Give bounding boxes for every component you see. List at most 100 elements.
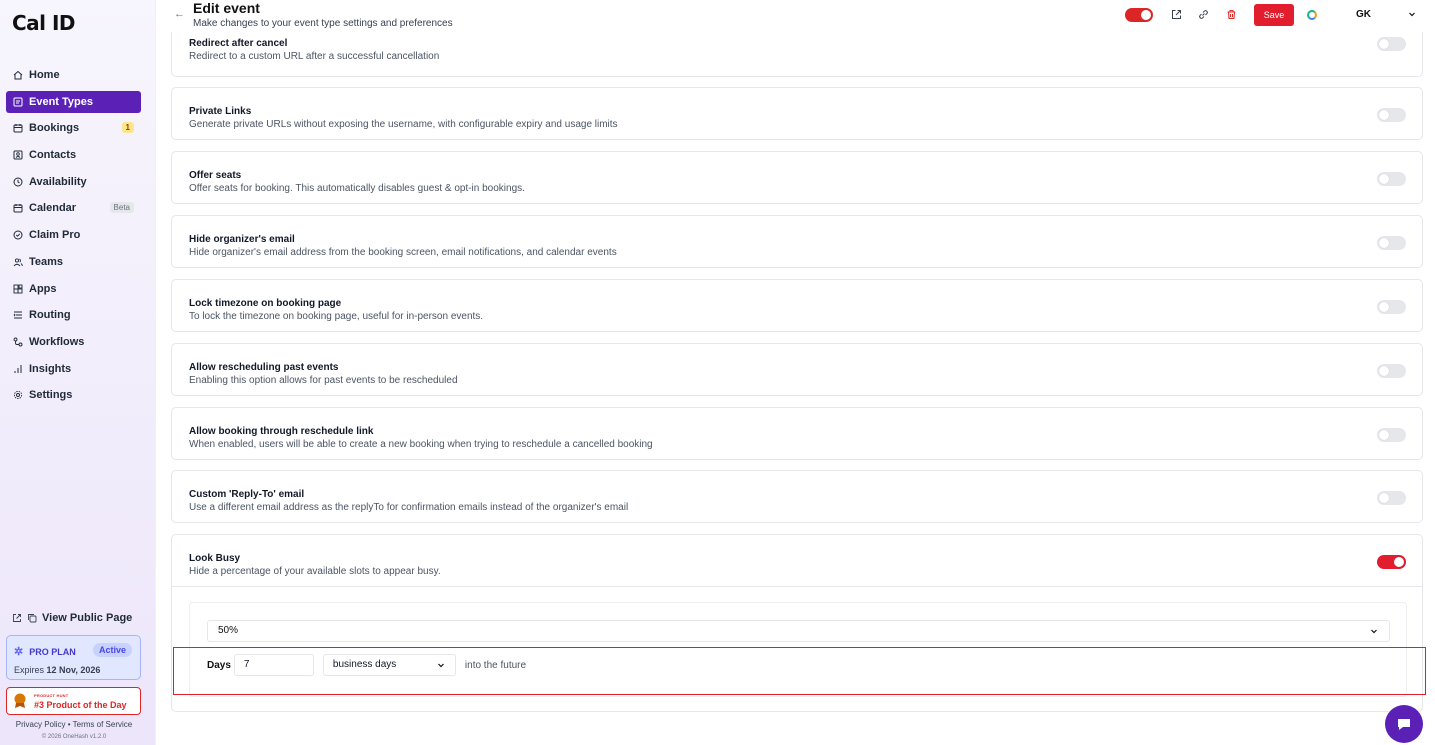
save-button[interactable]: Save <box>1254 4 1294 26</box>
medal-icon <box>14 693 26 708</box>
back-arrow-icon[interactable]: ← <box>174 8 185 20</box>
contact-icon <box>13 150 23 160</box>
sidebar-item-home[interactable]: Home <box>6 64 141 86</box>
trash-icon[interactable] <box>1226 9 1237 20</box>
sidebar-item-contacts[interactable]: Contacts <box>6 144 141 166</box>
page-title: Edit event <box>193 0 260 16</box>
chevron-down-icon[interactable] <box>1407 9 1417 19</box>
sidebar-item-label: Workflows <box>29 335 85 348</box>
apps-icon <box>13 284 23 294</box>
setting-card-booking-through-reschedule: Allow booking through reschedule link Wh… <box>171 407 1423 460</box>
sidebar-item-availability[interactable]: Availability <box>6 171 141 193</box>
sidebar-item-label: Apps <box>29 282 57 295</box>
days-type-select[interactable]: business days <box>322 654 456 676</box>
sidebar-item-label: Teams <box>29 255 64 268</box>
days-suffix: into the future <box>464 659 527 671</box>
setting-title: Private Links <box>189 106 252 117</box>
setting-title: Custom 'Reply-To' email <box>189 489 305 500</box>
sidebar-item-insights[interactable]: Insights <box>6 358 141 380</box>
sidebar-item-label: Routing <box>29 309 71 322</box>
sidebar-item-label: Availability <box>29 175 87 188</box>
sidebar-item-workflows[interactable]: Workflows <box>6 331 141 353</box>
chart-icon <box>13 364 23 374</box>
sidebar-item-label: Insights <box>29 362 72 375</box>
setting-description: Enabling this option allows for past eve… <box>189 375 458 386</box>
days-row: Days 7 business days into the future <box>207 654 526 676</box>
sidebar-item-routing[interactable]: Routing <box>6 304 141 326</box>
copyright: © 2026 OneHash v1.2.0 <box>41 734 107 740</box>
chevron-down-icon <box>1371 629 1377 634</box>
setting-card-lock-timezone: Lock timezone on booking page To lock th… <box>171 279 1423 332</box>
pro-plan-name: PRO PLAN <box>29 646 76 657</box>
hide-organizer-email-toggle[interactable] <box>1377 236 1406 250</box>
sidebar-item-calendar[interactable]: Calendar Beta <box>6 197 141 219</box>
sidebar-item-label: Event Types <box>29 95 93 108</box>
setting-title: Redirect after cancel <box>189 38 288 49</box>
busy-percentage-select[interactable]: 50% <box>207 620 1390 642</box>
routing-icon <box>13 310 23 320</box>
setting-card-private-links: Private Links Generate private URLs with… <box>171 87 1423 140</box>
booking-through-reschedule-toggle[interactable] <box>1377 428 1406 442</box>
hidden-event-toggle[interactable] <box>1125 8 1153 22</box>
setting-card-allow-rescheduling-past: Allow rescheduling past events Enabling … <box>171 343 1423 396</box>
sidebar-item-label: Contacts <box>29 149 77 162</box>
plan-expiry: Expires 12 Nov, 2026 <box>14 665 100 675</box>
sparkle-icon: ✲ <box>14 646 24 658</box>
setting-description: Hide a percentage of your available slot… <box>189 566 441 577</box>
look-busy-toggle[interactable] <box>1377 555 1406 569</box>
gear-icon <box>13 390 23 400</box>
sidebar-item-apps[interactable]: Apps <box>6 278 141 300</box>
link-icon[interactable] <box>1198 9 1209 20</box>
setting-title: Hide organizer's email <box>189 234 295 245</box>
sidebar-item-label: Settings <box>29 389 73 402</box>
view-public-page-link[interactable]: View Public Page <box>12 612 132 624</box>
setting-title: Offer seats <box>189 170 242 181</box>
external-link-icon[interactable] <box>1171 9 1182 20</box>
page-subtitle: Make changes to your event type settings… <box>193 18 453 29</box>
bookings-count-badge: 1 <box>121 122 134 134</box>
sidebar-divider <box>155 0 156 745</box>
busy-percentage-value: 50% <box>218 625 239 636</box>
days-type-value: business days <box>332 659 397 670</box>
setting-description: When enabled, users will be able to crea… <box>189 439 653 450</box>
pro-plan-card[interactable]: ✲ PRO PLAN Active Expires 12 Nov, 2026 <box>6 635 141 680</box>
setting-title: Allow booking through reschedule link <box>189 426 374 437</box>
private-links-toggle[interactable] <box>1377 108 1406 122</box>
sidebar-item-settings[interactable]: Settings <box>6 384 141 406</box>
legal-links[interactable]: Privacy Policy • Terms of Service <box>0 720 148 729</box>
product-hunt-badge[interactable]: PRODUCT HUNT #3 Product of the Day <box>6 687 141 715</box>
setting-description: Use a different email address as the rep… <box>189 502 629 513</box>
beta-badge: Beta <box>109 202 134 214</box>
link-icon <box>13 97 23 107</box>
setting-title: Lock timezone on booking page <box>189 298 342 309</box>
sidebar-item-claim-pro[interactable]: Claim Pro <box>6 224 141 246</box>
setting-card-reply-to-email: Custom 'Reply-To' email Use a different … <box>171 470 1423 523</box>
user-avatar[interactable]: GK <box>1356 9 1371 20</box>
reply-to-email-toggle[interactable] <box>1377 491 1406 505</box>
sidebar-item-bookings[interactable]: Bookings 1 <box>6 117 141 139</box>
setting-card-offer-seats: Offer seats Offer seats for booking. Thi… <box>171 151 1423 204</box>
setting-description: Hide organizer's email address from the … <box>189 247 617 258</box>
support-chat-button[interactable] <box>1385 705 1423 743</box>
users-icon <box>13 257 23 267</box>
external-link-icon <box>13 614 21 622</box>
setting-title: Look Busy <box>189 553 241 564</box>
days-input[interactable]: 7 <box>233 654 314 676</box>
sidebar-item-event-types[interactable]: Event Types <box>6 90 141 113</box>
setting-description: Offer seats for booking. This automatica… <box>189 183 525 194</box>
product-hunt-label: PRODUCT HUNT <box>34 693 69 698</box>
setting-description: To lock the timezone on booking page, us… <box>189 311 484 322</box>
clock-icon <box>13 177 23 187</box>
sidebar-item-teams[interactable]: Teams <box>6 251 141 273</box>
workflow-icon <box>13 337 23 347</box>
home-icon <box>13 70 23 80</box>
look-busy-options: 50% Days 7 business days into the future <box>189 602 1407 697</box>
offer-seats-toggle[interactable] <box>1377 172 1406 186</box>
sidebar-item-label: Calendar <box>29 202 77 215</box>
app-logo[interactable]: Cal ID <box>12 11 76 35</box>
setting-title: Allow rescheduling past events <box>189 362 339 373</box>
redirect-after-cancel-toggle[interactable] <box>1377 37 1406 51</box>
allow-rescheduling-past-toggle[interactable] <box>1377 364 1406 378</box>
lock-timezone-toggle[interactable] <box>1377 300 1406 314</box>
badge-icon <box>13 230 23 240</box>
